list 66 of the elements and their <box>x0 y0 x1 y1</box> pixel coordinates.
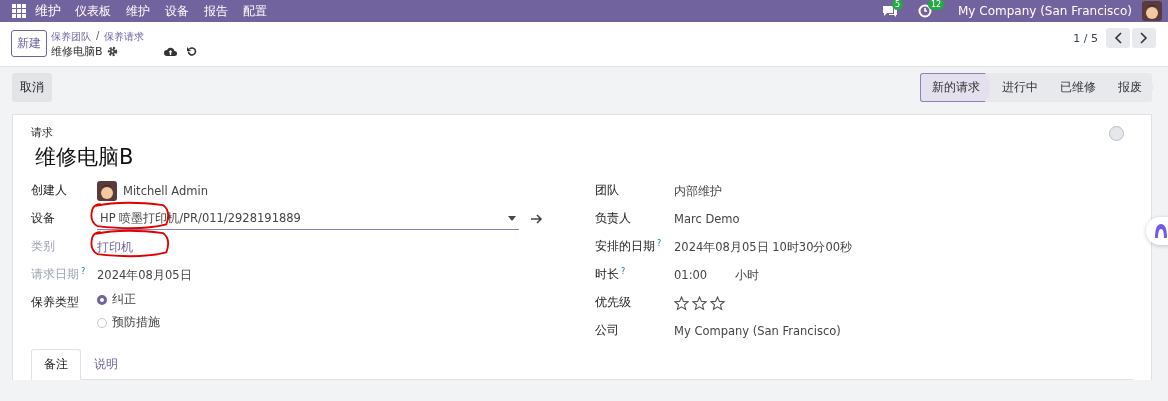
menu-item[interactable]: 维护 <box>126 2 150 20</box>
arrow-right-icon[interactable] <box>531 214 543 224</box>
dropdown-caret-icon <box>508 216 516 221</box>
field-value: 2024年08月05日 <box>97 267 192 283</box>
radio-button[interactable] <box>97 317 107 328</box>
previous-button[interactable] <box>1106 28 1130 48</box>
field-value: Marc Demo <box>674 212 740 226</box>
field-label: 时长 <box>595 267 619 282</box>
field-label: 团队 <box>595 183 619 198</box>
star-icon[interactable] <box>710 295 725 311</box>
field-label: 保养类型 <box>31 295 79 310</box>
user-avatar-icon[interactable] <box>1142 1 1162 21</box>
undo-icon[interactable] <box>185 45 197 57</box>
field-value: My Company (San Francisco) <box>674 324 841 338</box>
category-link[interactable]: 打印机 <box>97 239 133 255</box>
next-button[interactable] <box>1132 28 1156 48</box>
cloud-upload-icon[interactable] <box>163 46 177 56</box>
app-grid-icon[interactable] <box>12 4 26 18</box>
field-label: 请求 <box>31 125 54 140</box>
message-count: 5 <box>892 0 904 10</box>
new-button[interactable]: 新建 <box>11 29 47 57</box>
cancel-button[interactable]: 取消 <box>12 73 52 102</box>
field-label: 设备 <box>31 211 55 226</box>
user-avatar-icon <box>97 181 117 201</box>
star-icon[interactable] <box>674 295 689 311</box>
radio-button[interactable] <box>97 294 107 305</box>
activity-count: 12 <box>928 0 945 10</box>
breadcrumb-separator: / <box>96 29 100 43</box>
field-value: 01:00 <box>674 268 708 282</box>
breadcrumb-link[interactable]: 保养请求 <box>104 29 145 44</box>
pager-value: 1 / 5 <box>1073 31 1098 45</box>
radio-label[interactable]: 纠正 <box>112 292 136 307</box>
field-label: 创建人 <box>31 183 67 198</box>
field-label: 类别 <box>31 239 55 254</box>
field-label: 负责人 <box>595 211 631 226</box>
stage-button[interactable]: 新的请求 <box>920 73 992 102</box>
chevron-right-icon <box>1140 32 1148 44</box>
field-label: 公司 <box>595 323 619 338</box>
chevron-left-icon <box>1114 32 1122 44</box>
help-tooltip[interactable]: ? <box>81 267 86 282</box>
company-switcher[interactable]: My Company (San Francisco) <box>958 4 1132 18</box>
unit-label: 小时 <box>735 267 760 283</box>
field-value: Mitchell Admin <box>123 184 208 198</box>
menu-item[interactable]: 配置 <box>243 2 267 20</box>
help-tooltip[interactable]: ? <box>621 267 626 282</box>
field-value: 2024年08月05日 10时30分00秒 <box>674 239 853 255</box>
app-name[interactable]: 维护 <box>35 2 61 20</box>
field-label: 优先级 <box>595 295 631 310</box>
radio-label[interactable]: 预防措施 <box>112 315 160 330</box>
notebook-tab[interactable]: 说明 <box>81 349 131 380</box>
field-label: 请求日期 <box>31 267 79 282</box>
field-label: 安排的日期 <box>595 239 655 254</box>
clock-icon[interactable] <box>918 4 932 18</box>
gear-icon[interactable] <box>106 45 118 57</box>
notebook-tab[interactable]: 备注 <box>31 349 81 380</box>
help-tooltip[interactable]: ? <box>657 239 662 254</box>
field-value: 内部维护 <box>674 183 722 199</box>
menu-item[interactable]: 设备 <box>165 2 189 20</box>
menu-item[interactable]: 报告 <box>204 2 228 20</box>
record-name: 维修电脑B <box>51 43 103 59</box>
request-title: 维修电脑B <box>35 144 134 171</box>
breadcrumb-link[interactable]: 保养团队 <box>51 29 91 44</box>
assistant-button[interactable] <box>1146 217 1168 245</box>
star-icon[interactable] <box>692 295 707 311</box>
assistant-icon <box>1153 223 1168 239</box>
menu-item[interactable]: 仪表板 <box>75 2 111 20</box>
